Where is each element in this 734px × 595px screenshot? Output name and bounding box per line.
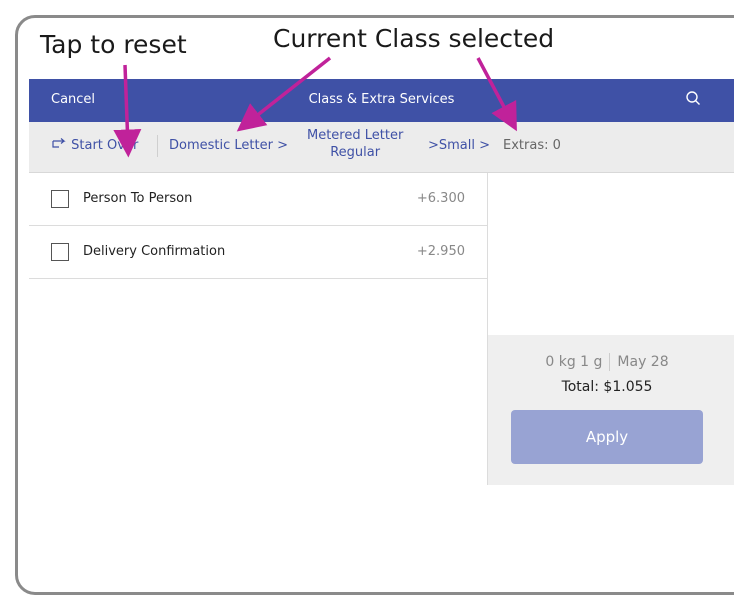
reset-arrow [113, 64, 142, 158]
annotation-arrows [113, 56, 517, 158]
class-arrow-left [236, 56, 332, 132]
class-arrow-right [476, 57, 517, 132]
